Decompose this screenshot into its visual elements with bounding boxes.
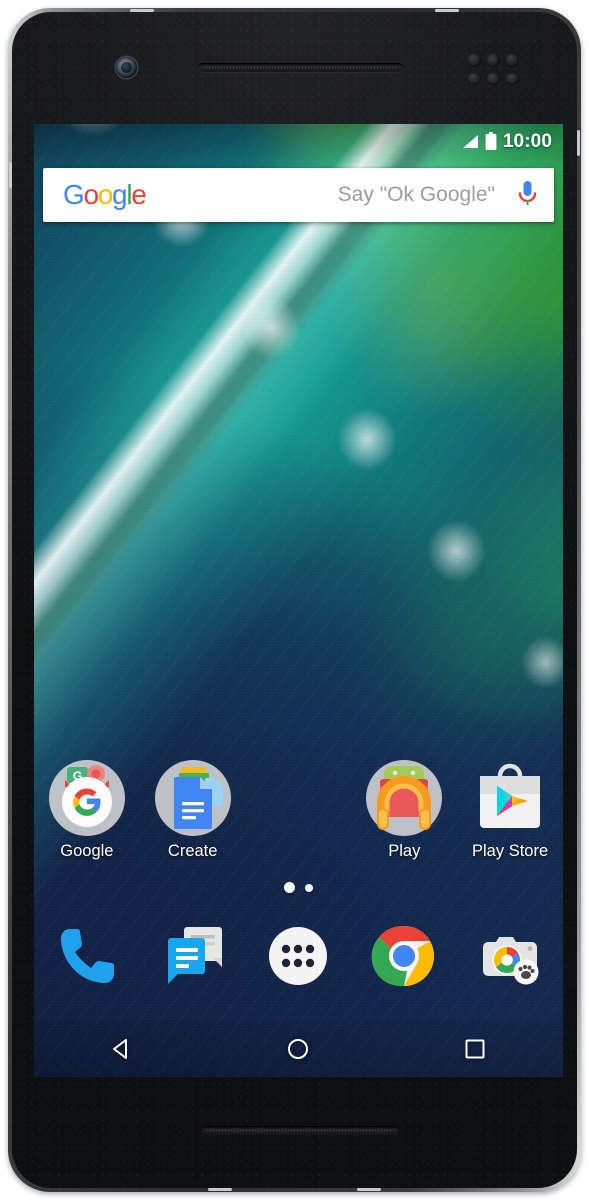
google-logo-letter: o xyxy=(97,178,114,210)
app-label: Create xyxy=(167,842,218,860)
bottom-speaker-grill-icon xyxy=(202,1126,398,1134)
dock-cell-messenger[interactable] xyxy=(140,920,246,992)
sensor-dot xyxy=(486,71,500,85)
frame-rail-nub xyxy=(9,162,12,188)
dock-cell-app-drawer[interactable] xyxy=(246,920,352,992)
status-clock: 10:00 xyxy=(502,130,552,152)
app-label: Play xyxy=(388,842,421,860)
app-label: Google xyxy=(60,842,114,860)
back-triangle-icon[interactable] xyxy=(109,1036,135,1062)
google-logo-letter: G xyxy=(63,178,85,210)
frame-rail-nub xyxy=(577,130,580,156)
battery-full-icon xyxy=(485,132,497,150)
dock-cell-phone[interactable] xyxy=(34,920,140,992)
dock xyxy=(34,920,563,992)
nav-back-button[interactable] xyxy=(34,1036,210,1062)
google-logo-letter: e xyxy=(131,178,147,210)
app-cell-play-store[interactable]: Play Store xyxy=(457,760,563,860)
frame-rail-nub xyxy=(130,9,154,12)
app-drawer-icon[interactable] xyxy=(262,920,334,992)
phone-screen[interactable]: 10:00 Google Say "Ok Google" G Google Cr… xyxy=(34,124,563,1077)
signal-bars-icon xyxy=(462,134,478,148)
play-store-icon[interactable] xyxy=(472,760,548,836)
frame-rail-nub xyxy=(435,9,459,12)
sensor-dot xyxy=(467,71,481,85)
navigation-bar xyxy=(34,1020,563,1077)
google-logo-letter: g xyxy=(112,178,128,210)
google-folder-icon[interactable]: G xyxy=(48,760,125,836)
frame-rail-nub xyxy=(208,1188,232,1191)
proximity-sensor-array-icon xyxy=(467,53,519,85)
home-circle-icon[interactable] xyxy=(285,1036,311,1062)
nav-recents-button[interactable] xyxy=(387,1036,563,1062)
google-search-bar[interactable]: Google Say "Ok Google" xyxy=(43,168,554,222)
sensor-dot xyxy=(505,71,519,85)
front-camera-icon xyxy=(116,57,137,78)
google-logo: Google xyxy=(63,178,147,210)
page-indicator xyxy=(34,882,563,893)
phone-frame: 10:00 Google Say "Ok Google" G Google Cr… xyxy=(8,8,581,1192)
page-dot-active[interactable] xyxy=(284,882,295,893)
frame-rail-nub xyxy=(357,1188,381,1191)
app-label: Play Store xyxy=(472,842,549,860)
chrome-icon[interactable] xyxy=(368,920,440,992)
sensor-dot xyxy=(505,53,519,67)
recents-square-icon[interactable] xyxy=(462,1036,488,1062)
messenger-icon[interactable] xyxy=(157,920,229,992)
page-dot-inactive[interactable] xyxy=(305,883,313,892)
app-cell-google[interactable]: G Google xyxy=(34,760,140,860)
status-bar: 10:00 xyxy=(34,124,563,158)
sensor-dot xyxy=(467,53,481,67)
microphone-icon[interactable] xyxy=(517,180,538,210)
home-app-row: G Google Create Play Play Store xyxy=(34,760,563,860)
sensor-dot xyxy=(486,53,500,67)
camera-icon[interactable] xyxy=(474,920,546,992)
nav-home-button[interactable] xyxy=(210,1036,386,1062)
dock-cell-chrome[interactable] xyxy=(351,920,457,992)
phone-body: 10:00 Google Say "Ok Google" G Google Cr… xyxy=(9,9,580,1191)
app-cell-create[interactable]: Create xyxy=(140,760,246,860)
play-folder-icon[interactable] xyxy=(366,760,443,836)
phone-icon[interactable] xyxy=(51,920,123,992)
dock-cell-camera[interactable] xyxy=(457,920,563,992)
create-folder-icon[interactable] xyxy=(154,760,231,836)
earpiece-speaker-icon xyxy=(198,63,403,72)
app-cell-play[interactable]: Play xyxy=(351,760,457,860)
google-logo-letter: o xyxy=(83,178,99,210)
search-input[interactable]: Say "Ok Google" xyxy=(146,183,517,207)
